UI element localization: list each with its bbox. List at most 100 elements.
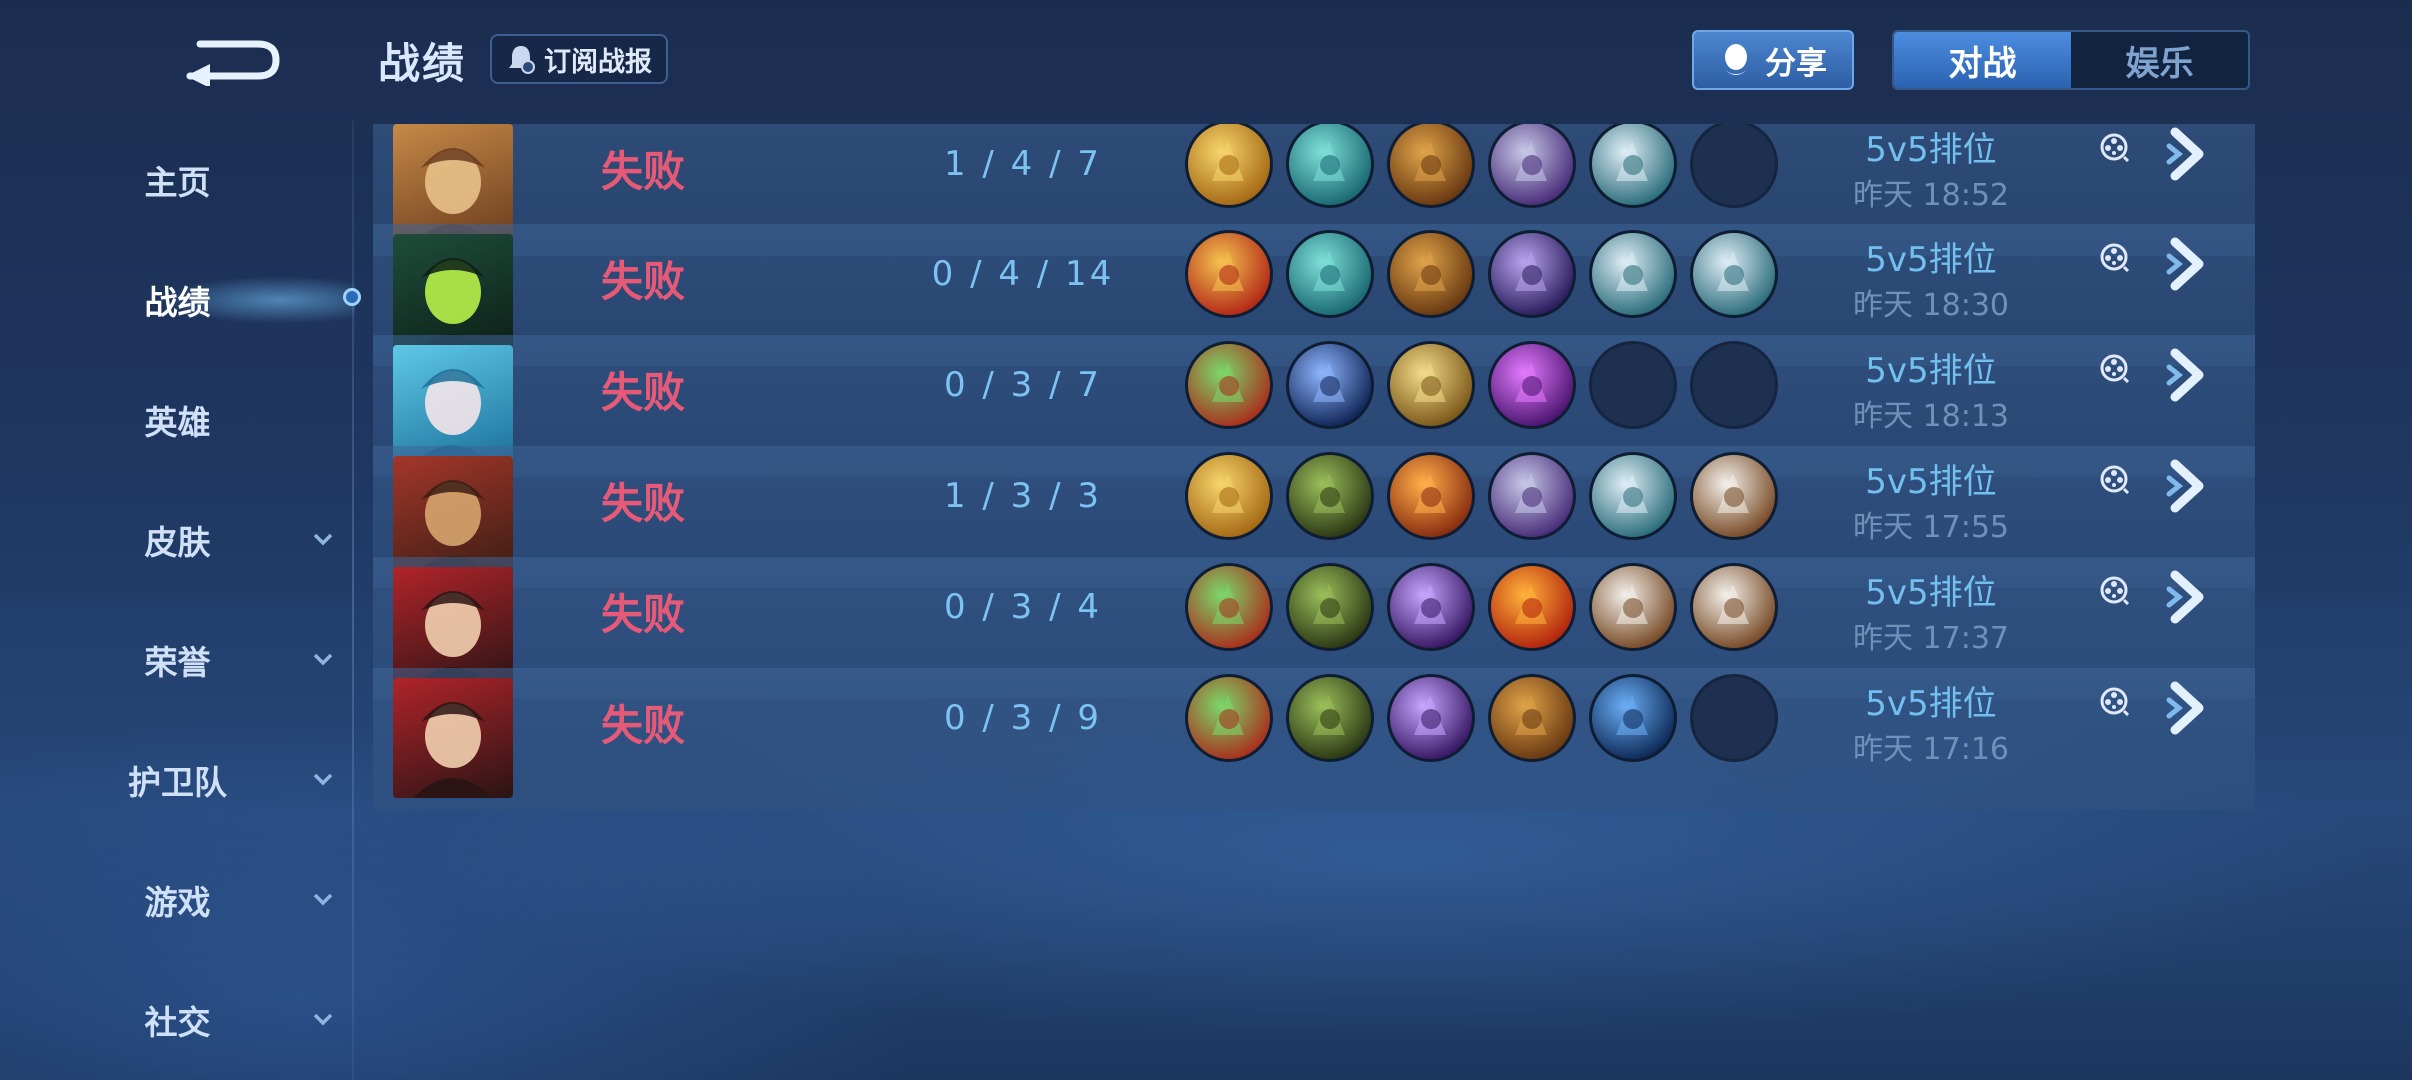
match-time: 昨天 18:52: [1853, 178, 2009, 213]
match-result: 失败: [601, 368, 686, 417]
share-button[interactable]: 分享: [1692, 30, 1854, 90]
purple-claw-icon: [1387, 674, 1475, 762]
silver-bracer-icon: [1589, 124, 1677, 208]
sidebar-item-games[interactable]: 游戏: [0, 860, 355, 940]
green-scroll-icon: [1185, 341, 1273, 429]
replay-film-icon[interactable]: [2099, 353, 2129, 383]
back-button[interactable]: [180, 26, 290, 88]
bronze-armor-icon: [1387, 230, 1475, 318]
match-result: 失败: [601, 479, 686, 528]
kda-score: 0 / 3 / 4: [943, 587, 1103, 627]
game-mode: 5v5排位: [1865, 684, 1997, 724]
red-gold-gauntlet-icon: [1185, 230, 1273, 318]
silver-bracer-icon: [1589, 230, 1677, 318]
violet-helm-icon: [1488, 230, 1576, 318]
replay-film-icon[interactable]: [2099, 464, 2129, 494]
match-time: 昨天 18:13: [1853, 399, 2009, 434]
match-result: 失败: [601, 257, 686, 306]
chevron-right-icon[interactable]: [2165, 456, 2215, 516]
match-result: 失败: [601, 701, 686, 750]
sidebar-item-guards[interactable]: 护卫队: [0, 740, 355, 820]
sidebar-item-label: 荣誉: [144, 643, 211, 682]
purple-claw-icon: [1387, 563, 1475, 651]
blue-hood-icon: [1589, 674, 1677, 762]
violet-mask-icon: [1488, 124, 1576, 208]
sidebar-item-social[interactable]: 社交: [0, 980, 355, 1060]
game-mode: 5v5排位: [1865, 351, 1997, 391]
match-result: 失败: [601, 147, 686, 196]
fire-orb-icon: [1488, 563, 1576, 651]
bronze-armor-icon: [1488, 674, 1576, 762]
golden-gauntlet-icon: [1185, 124, 1273, 208]
sidebar-item-skins[interactable]: 皮肤: [0, 500, 355, 580]
tab-battle[interactable]: 对战: [1894, 32, 2071, 88]
sidebar-item-home[interactable]: 主页: [0, 140, 355, 220]
green-scroll-icon: [1185, 674, 1273, 762]
share-label: 分享: [1765, 45, 1827, 82]
empty-item-slot: [1589, 341, 1677, 429]
bronze-armor-icon: [1387, 124, 1475, 208]
chevron-down-icon: [313, 893, 333, 906]
green-boots-icon: [1286, 674, 1374, 762]
green-boots-icon: [1286, 452, 1374, 540]
match-row[interactable]: 失败 0 / 3 / 9 5v5排位 昨天 17:16: [373, 668, 2255, 810]
gold-helm-icon: [1387, 341, 1475, 429]
match-time: 昨天 17:55: [1853, 510, 2009, 545]
chevron-down-icon: [313, 533, 333, 546]
chevron-down-icon: [313, 773, 333, 786]
kda-score: 1 / 4 / 7: [943, 144, 1103, 184]
orange-hammer-icon: [1387, 452, 1475, 540]
chevron-right-icon[interactable]: [2165, 345, 2215, 405]
match-history-list: 失败 1 / 4 / 7 5v5排位 昨天 18:52 失败 0 / 4 / 1…: [373, 124, 2255, 1080]
tab-entertainment[interactable]: 娱乐: [2071, 32, 2248, 88]
chevron-right-icon[interactable]: [2165, 567, 2215, 627]
sidebar-item-label: 社交: [144, 1003, 211, 1042]
match-time: 昨天 17:16: [1853, 732, 2009, 767]
empty-item-slot: [1690, 124, 1778, 208]
sidebar-item-label: 皮肤: [144, 523, 211, 562]
sidebar-item-label: 护卫队: [128, 763, 227, 802]
sidebar-item-honors[interactable]: 荣誉: [0, 620, 355, 700]
teal-boots-icon: [1286, 124, 1374, 208]
blue-boots-icon: [1286, 341, 1374, 429]
sidebar-item-label: 主页: [144, 163, 211, 202]
back-arrow-icon: [186, 40, 280, 88]
kda-score: 1 / 3 / 3: [943, 476, 1103, 516]
golden-gauntlet-icon: [1185, 452, 1273, 540]
hero-avatar: [393, 678, 513, 798]
match-result: 失败: [601, 590, 686, 639]
replay-film-icon[interactable]: [2099, 242, 2129, 272]
chevron-down-icon: [313, 653, 333, 666]
green-scroll-icon: [1185, 563, 1273, 651]
chevron-down-icon: [313, 1013, 333, 1026]
sidebar-item-label: 英雄: [144, 403, 211, 442]
replay-film-icon[interactable]: [2099, 132, 2129, 162]
green-boots-icon: [1286, 563, 1374, 651]
chevron-right-icon[interactable]: [2165, 124, 2215, 184]
game-mode: 5v5排位: [1865, 130, 1997, 170]
chevron-right-icon[interactable]: [2165, 678, 2215, 738]
kda-score: 0 / 4 / 14: [931, 254, 1115, 294]
replay-film-icon[interactable]: [2099, 575, 2129, 605]
kda-score: 0 / 3 / 7: [943, 365, 1103, 405]
game-mode: 5v5排位: [1865, 462, 1997, 502]
empty-item-slot: [1690, 341, 1778, 429]
violet-mask-icon: [1488, 452, 1576, 540]
empty-item-slot: [1690, 674, 1778, 762]
sidebar-item-label: 游戏: [144, 883, 211, 922]
replay-film-icon[interactable]: [2099, 686, 2129, 716]
silver-bracer-icon: [1690, 230, 1778, 318]
sidebar-item-records[interactable]: 战绩: [0, 260, 355, 340]
chevron-right-icon[interactable]: [2165, 234, 2215, 294]
sidebar-item-label: 战绩: [144, 283, 211, 322]
page-title: 战绩: [378, 39, 467, 88]
leather-vest-icon: [1690, 563, 1778, 651]
teal-boots-icon: [1286, 230, 1374, 318]
leather-vest-icon: [1690, 452, 1778, 540]
game-mode: 5v5排位: [1865, 240, 1997, 280]
mode-tabs: 对战 娱乐: [1892, 30, 2250, 90]
subscribe-report-button[interactable]: 订阅战报: [490, 34, 668, 84]
match-time: 昨天 17:37: [1853, 621, 2009, 656]
share-penguin-icon: [1724, 44, 1748, 75]
sidebar-item-heroes[interactable]: 英雄: [0, 380, 355, 460]
